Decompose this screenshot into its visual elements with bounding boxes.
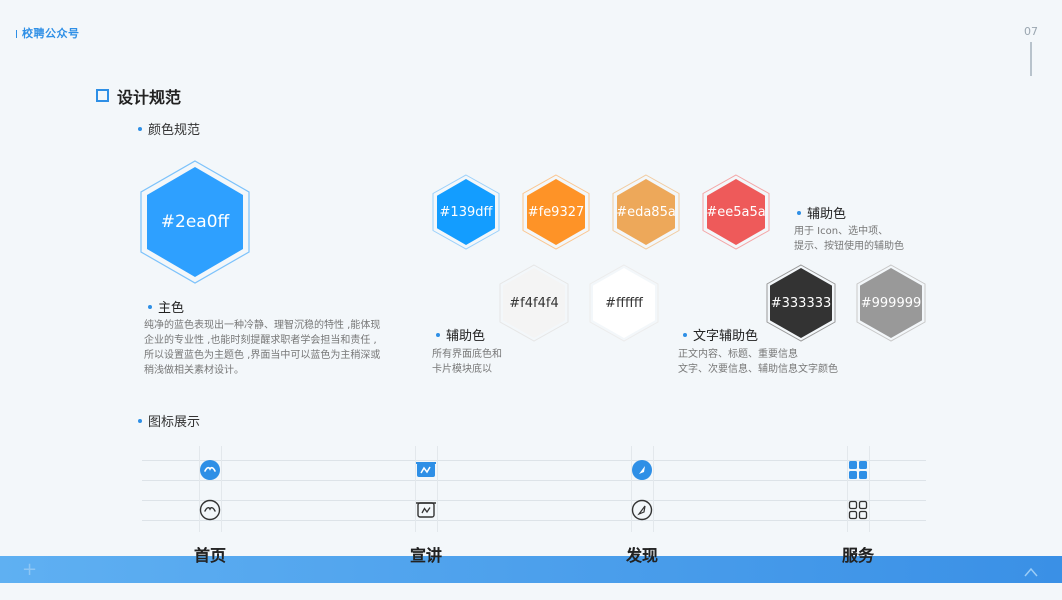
nav-label-service-overlay: 服务 xyxy=(841,546,874,565)
accent-color-swatch-1: #139dff xyxy=(432,174,500,250)
discover-active-icon xyxy=(631,459,653,481)
background-color-code-2: #ffffff xyxy=(605,295,643,311)
primary-color-label: 主色 xyxy=(148,297,184,316)
text-color-swatch-1: #333333 xyxy=(766,264,836,342)
accent-color-description: 用于 Icon、选中项、 提示、按钮使用的辅助色 xyxy=(794,226,904,252)
icon-grid-line xyxy=(142,500,926,501)
primary-color-swatch: #2ea0ff xyxy=(140,160,250,284)
background-color-swatch-1: #f4f4f4 xyxy=(499,264,569,342)
accent-color-swatch-3: #eda85a xyxy=(612,174,680,250)
accent-color-code-4: #ee5a5a xyxy=(706,204,766,220)
page-number: 07 xyxy=(1024,25,1038,38)
background-color-code-1: #f4f4f4 xyxy=(509,295,559,311)
brand-label: 校聘公众号 xyxy=(16,25,80,41)
accent-color-swatch-4: #ee5a5a xyxy=(702,174,770,250)
square-bullet-icon xyxy=(96,89,109,102)
icons-subtitle: 图标展示 xyxy=(138,411,200,430)
page-number-divider xyxy=(1030,42,1032,76)
accent-color-code-2: #fe9327 xyxy=(527,204,585,220)
icon-grid-line xyxy=(142,480,926,481)
background-color-description: 所有界面底色和 卡片模块底以 xyxy=(432,349,502,375)
plus-icon[interactable]: + xyxy=(22,559,37,580)
primary-color-code: #2ea0ff xyxy=(160,212,230,232)
chevron-up-icon[interactable] xyxy=(1024,562,1038,577)
text-color-swatch-2: #999999 xyxy=(856,264,926,342)
dot-bullet-icon xyxy=(138,127,142,131)
home-active-icon xyxy=(199,459,221,481)
primary-color-description: 纯净的蓝色表现出一种冷静、理智沉稳的特性 ,能体现 企业的专业性 ,也能时刻提醒… xyxy=(144,320,381,376)
service-active-icon xyxy=(847,459,869,481)
text-color-label: 文字辅助色 xyxy=(683,325,758,344)
accent-color-swatch-2: #fe9327 xyxy=(522,174,590,250)
nav-label-talk-overlay: 宣讲 xyxy=(409,546,442,565)
text-color-code-1: #333333 xyxy=(770,295,832,311)
colors-subtitle: 颜色规范 xyxy=(138,119,200,138)
background-color-swatch-2: #ffffff xyxy=(589,264,659,342)
accent-color-code-1: #139dff xyxy=(439,204,493,220)
home-inactive-icon xyxy=(199,499,221,521)
talk-inactive-icon xyxy=(415,499,437,521)
text-color-code-2: #999999 xyxy=(860,295,922,311)
accent-color-label: 辅助色 xyxy=(797,203,846,222)
discover-inactive-icon xyxy=(631,499,653,521)
footer-bar xyxy=(0,556,1062,583)
icon-grid-line xyxy=(142,460,926,461)
background-color-label: 辅助色 xyxy=(436,325,485,344)
text-color-description: 正文内容、标题、重要信息 文字、次要信息、辅助信息文字颜色 xyxy=(678,349,838,375)
section-title: 设计规范 xyxy=(96,84,181,108)
service-inactive-icon xyxy=(847,499,869,521)
accent-color-code-3: #eda85a xyxy=(616,204,676,220)
icon-grid-line xyxy=(142,520,926,521)
talk-active-icon xyxy=(415,459,437,481)
nav-label-home-overlay: 首页 xyxy=(193,546,226,565)
dot-bullet-icon xyxy=(138,419,142,423)
nav-label-discover-overlay: 发现 xyxy=(625,546,658,565)
